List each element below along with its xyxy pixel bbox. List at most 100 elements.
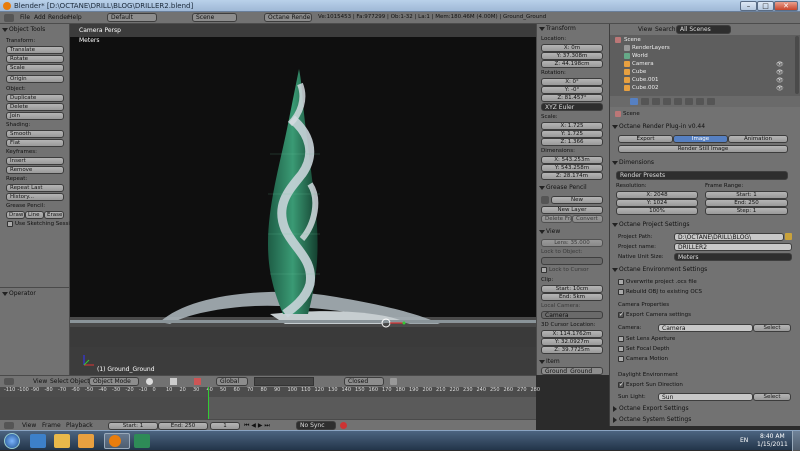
sync-mode-select[interactable]: No Sync	[296, 421, 336, 430]
location-x-field[interactable]: X: 0m	[541, 44, 603, 52]
end-frame-field[interactable]: End: 250	[158, 422, 208, 430]
layout-selector[interactable]: Default	[107, 13, 157, 22]
scale-x-field[interactable]: X: 1.725	[541, 122, 603, 130]
language-indicator[interactable]: EN	[740, 437, 748, 444]
lens-aperture-checkbox[interactable]	[618, 336, 624, 342]
rebuild-obj-checkbox[interactable]	[618, 289, 624, 295]
camera-field[interactable]: Camera	[658, 324, 753, 332]
dimension-y-field[interactable]: Y: 543.258m	[541, 164, 603, 172]
outliner-item-scene[interactable]: Scene	[624, 37, 641, 43]
outliner-item-cube-001[interactable]: Cube.001	[632, 77, 658, 83]
rotation-x-field[interactable]: X: 0°	[541, 78, 603, 86]
render-tab-icon[interactable]	[630, 98, 638, 105]
ie-icon[interactable]	[30, 434, 46, 448]
menu-view[interactable]: View	[33, 378, 47, 385]
grease-pencil-panel-header[interactable]: Grease Pencil	[537, 184, 587, 193]
show-desktop-button[interactable]	[792, 431, 800, 451]
app-icon[interactable]	[134, 434, 150, 448]
menu-object[interactable]: Object	[70, 378, 90, 385]
menu-select[interactable]: Select	[50, 378, 69, 385]
export-camera-checkbox[interactable]	[618, 311, 624, 318]
outliner-display-mode[interactable]: All Scenes	[676, 25, 731, 34]
tab-animation[interactable]: Animation	[728, 135, 788, 143]
record-icon[interactable]	[340, 422, 347, 429]
insert-keyframe-button[interactable]: Insert	[6, 157, 64, 165]
environment-settings-header[interactable]: Octane Environment Settings	[610, 266, 707, 275]
octane-plugin-header[interactable]: Octane Render Plug-in v0.44	[610, 123, 705, 132]
sun-light-field[interactable]: Sun	[658, 393, 753, 401]
start-frame-field[interactable]: Start: 1	[108, 422, 158, 430]
history-button[interactable]: History...	[6, 193, 64, 201]
texture-tab-icon[interactable]	[707, 98, 715, 105]
lens-field[interactable]: Lens: 35.000	[541, 239, 603, 247]
focal-depth-checkbox[interactable]	[618, 346, 624, 352]
object-tab-icon[interactable]	[663, 98, 671, 105]
outliner-menu-view[interactable]: View	[638, 26, 652, 33]
project-settings-header[interactable]: Octane Project Settings	[610, 221, 690, 230]
mode-selector[interactable]: Object Mode	[89, 377, 139, 386]
lock-cursor-checkbox[interactable]	[541, 267, 547, 273]
duplicate-button[interactable]: Duplicate	[6, 94, 64, 102]
join-button[interactable]: Join	[6, 112, 64, 120]
system-settings-header[interactable]: Octane System Settings	[610, 416, 691, 425]
scale-y-field[interactable]: Y: 1.725	[541, 130, 603, 138]
shading-icon[interactable]	[146, 378, 153, 385]
start-button-icon[interactable]	[4, 433, 20, 449]
location-y-field[interactable]: Y: 37.308m	[541, 52, 603, 60]
item-panel-header[interactable]: Item	[537, 358, 560, 367]
clock-date[interactable]: 1/15/2011	[757, 441, 788, 448]
menu-render[interactable]: Render	[48, 14, 69, 21]
minimize-button[interactable]: –	[740, 1, 757, 11]
sun-select-button[interactable]: Select	[753, 393, 791, 401]
snap-icon[interactable]	[390, 378, 397, 385]
playback-controls-icon[interactable]: ⏮ ◀ ▶ ⏭	[244, 422, 270, 430]
visibility-icon[interactable]: 👁	[776, 61, 784, 68]
proportional-edit-select[interactable]: Closed	[344, 377, 384, 386]
frame-end-field[interactable]: End: 250	[705, 199, 788, 207]
transform-panel-header[interactable]: Transform	[537, 25, 576, 34]
new-layer-button[interactable]: New Layer	[541, 206, 603, 214]
smooth-button[interactable]: Smooth	[6, 130, 64, 138]
render-presets-select[interactable]: Render Presets	[616, 171, 788, 180]
dimension-x-field[interactable]: X: 543.253m	[541, 156, 603, 164]
scene-selector[interactable]: Scene	[192, 13, 237, 22]
draw-button[interactable]: Draw	[6, 211, 25, 219]
unit-size-select[interactable]: Meters	[674, 253, 792, 261]
manipulator-icon[interactable]	[194, 378, 201, 385]
erase-button[interactable]: Erase	[44, 211, 64, 219]
close-button[interactable]: ✕	[774, 1, 798, 11]
pivot-icon[interactable]	[170, 378, 177, 385]
outliner-item-renderlayers[interactable]: RenderLayers	[632, 45, 670, 51]
render-still-button[interactable]: Render Still Image	[618, 145, 788, 153]
translate-button[interactable]: Translate	[6, 46, 64, 54]
explorer-icon[interactable]	[54, 434, 70, 448]
frame-start-field[interactable]: Start: 1	[705, 191, 788, 199]
camera-select-button[interactable]: Select	[753, 324, 791, 332]
constraints-tab-icon[interactable]	[674, 98, 682, 105]
menu-view-timeline[interactable]: View	[22, 422, 36, 429]
current-frame-marker[interactable]	[208, 387, 209, 419]
delete-frame-button[interactable]: Delete Frame	[541, 215, 572, 223]
cursor-z-field[interactable]: Z: 39.7725m	[541, 346, 603, 354]
cursor-x-field[interactable]: X: 114.1762m	[541, 330, 603, 338]
menu-playback[interactable]: Playback	[66, 422, 93, 429]
resolution-percentage-field[interactable]: 100%	[616, 207, 698, 215]
rotation-y-field[interactable]: Y: -0°	[541, 86, 603, 94]
rotation-mode-select[interactable]: XYZ Euler	[541, 103, 603, 111]
timeline[interactable]: -110 -100 -90 -80 -70 -60 -50 -40 -30 -20 -10 0 10 20…	[0, 387, 540, 419]
view-panel-header[interactable]: View	[537, 228, 560, 237]
convert-button[interactable]: Convert	[572, 215, 603, 223]
outliner-item-camera[interactable]: Camera	[632, 61, 654, 67]
overwrite-ocs-checkbox[interactable]	[618, 279, 624, 285]
visibility-icon[interactable]: 👁	[776, 69, 784, 76]
clip-start-field[interactable]: Start: 10cm	[541, 285, 603, 293]
outliner-scrollbar[interactable]	[795, 36, 799, 94]
export-settings-header[interactable]: Octane Export Settings	[610, 405, 689, 414]
outliner-item-world[interactable]: World	[632, 53, 648, 59]
menu-file[interactable]: File	[20, 14, 30, 21]
item-name-field[interactable]: Ground_Ground	[541, 367, 603, 375]
editor-type-icon[interactable]	[4, 14, 14, 22]
maximize-button[interactable]: □	[757, 1, 774, 11]
rotation-z-field[interactable]: Z: 81.457°	[541, 94, 603, 102]
remove-keyframe-button[interactable]: Remove	[6, 166, 64, 174]
